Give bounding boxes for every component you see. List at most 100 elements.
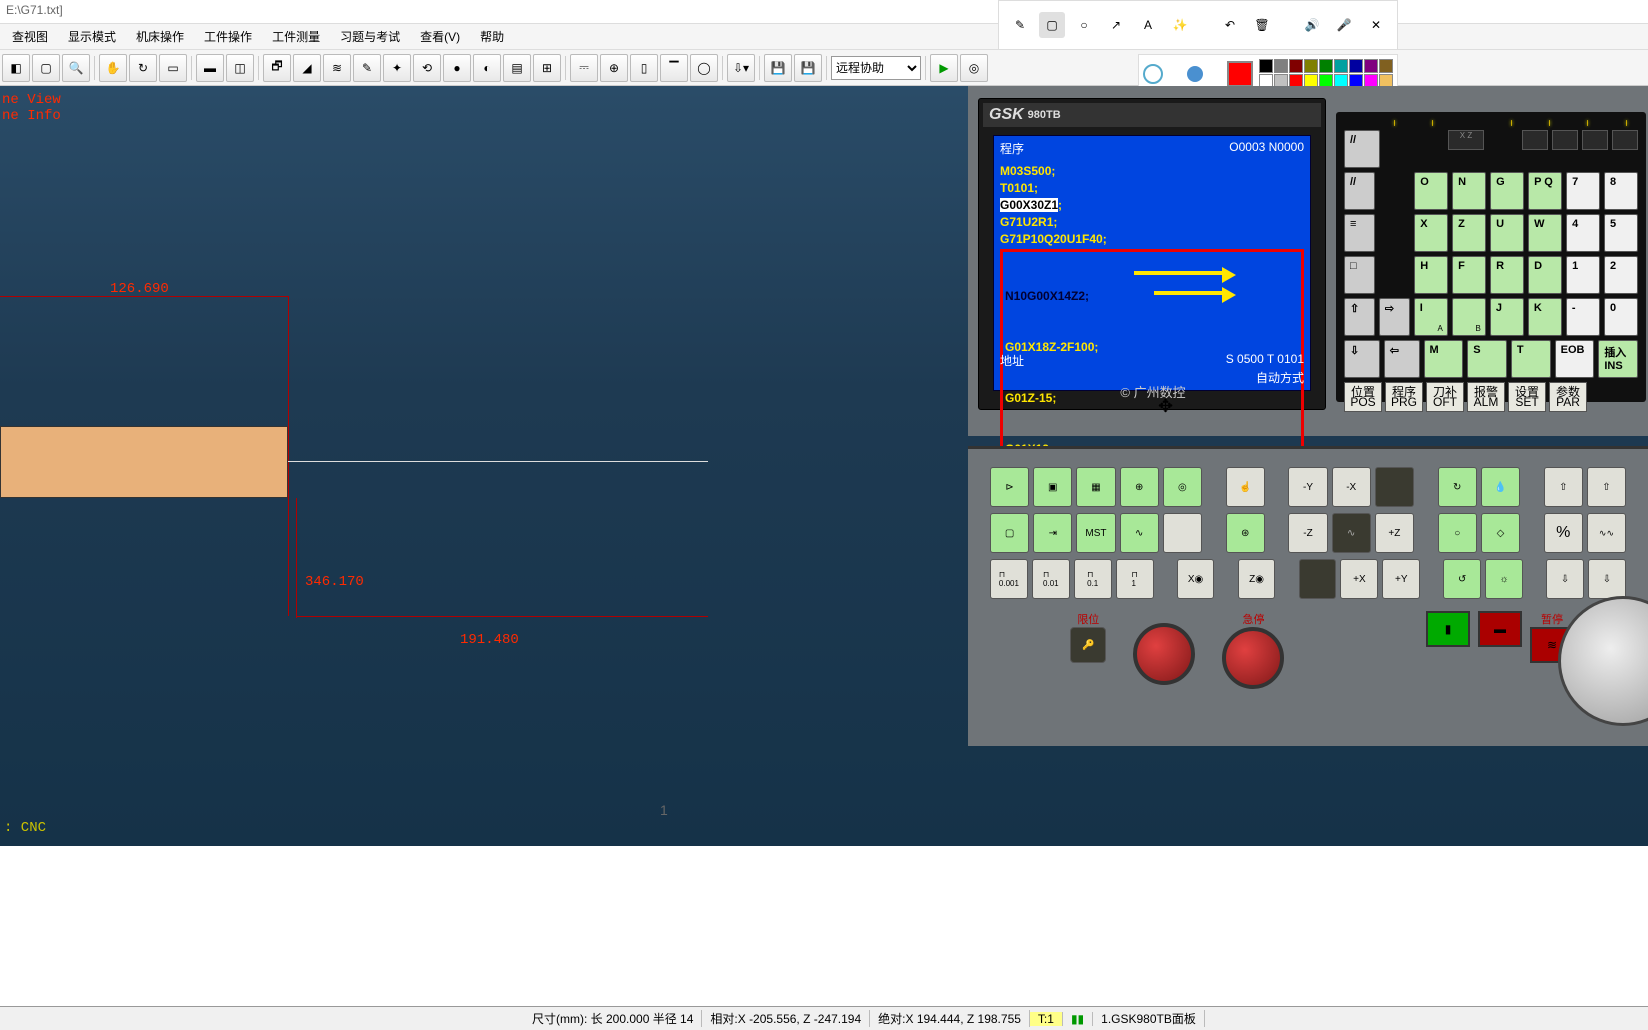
color-swatch[interactable] <box>1274 59 1288 73</box>
save-icon[interactable]: 💾 <box>764 54 792 82</box>
color-swatch[interactable] <box>1304 59 1318 73</box>
limit-key[interactable]: 🔑 <box>1070 627 1106 663</box>
dot-icon[interactable] <box>1187 66 1203 82</box>
menu-item[interactable]: 工件测量 <box>262 25 330 48</box>
menu-item[interactable]: 机床操作 <box>126 25 194 48</box>
menu-item[interactable]: 查看(V) <box>410 25 470 48</box>
mode-btn[interactable]: ◎ <box>1163 467 1202 507</box>
menu-item[interactable]: 查视图 <box>2 25 58 48</box>
tool-icon[interactable]: ▭ <box>159 54 187 82</box>
jog-btn[interactable] <box>1375 467 1414 507</box>
key-4[interactable]: 4 <box>1566 214 1600 252</box>
fn-key-set[interactable]: 设置SET <box>1508 382 1546 412</box>
key-n[interactable]: N <box>1452 172 1486 210</box>
menu-item[interactable]: 显示模式 <box>58 25 126 48</box>
stop-btn[interactable]: ▬ <box>1478 611 1522 647</box>
key-s[interactable]: S <box>1467 340 1507 378</box>
key-u[interactable]: U <box>1490 214 1524 252</box>
key-m[interactable]: M <box>1424 340 1464 378</box>
estop-button[interactable] <box>1222 627 1284 689</box>
mode-btn[interactable]: ▦ <box>1076 467 1115 507</box>
key-g[interactable]: G <box>1490 172 1524 210</box>
coolant-btn[interactable]: 💧 <box>1481 467 1520 507</box>
key-h[interactable]: H <box>1414 256 1448 294</box>
tool-icon[interactable]: 🗗 <box>263 54 291 82</box>
spindle-btn[interactable]: ↻ <box>1438 467 1477 507</box>
color-swatch[interactable] <box>1379 59 1393 73</box>
key-r[interactable]: R <box>1490 256 1524 294</box>
key-w[interactable]: W <box>1528 214 1562 252</box>
nav-key[interactable]: ≡ <box>1344 214 1375 252</box>
key-2[interactable]: 2 <box>1604 256 1638 294</box>
hand-icon[interactable]: ✋ <box>99 54 127 82</box>
nav-key[interactable]: ⇦ <box>1384 340 1420 378</box>
tool-icon[interactable]: ● <box>443 54 471 82</box>
key-slash[interactable]: // <box>1344 130 1380 168</box>
rotate-icon[interactable]: ↻ <box>129 54 157 82</box>
tool-icon[interactable]: ✎ <box>353 54 381 82</box>
key-o[interactable]: O <box>1414 172 1448 210</box>
jog-btn[interactable]: -X <box>1332 467 1371 507</box>
key-f[interactable]: F <box>1452 256 1486 294</box>
key-p q[interactable]: P Q <box>1528 172 1562 210</box>
close-icon[interactable]: ✕ <box>1363 12 1389 38</box>
mode-btn[interactable]: ⊛ <box>1226 513 1265 553</box>
mode-btn[interactable]: ☝ <box>1226 467 1265 507</box>
jog-btn[interactable]: +Z <box>1375 513 1414 553</box>
key-0[interactable]: 0 <box>1604 298 1638 336</box>
mode-btn[interactable]: ▣ <box>1033 467 1072 507</box>
ref-btn[interactable]: X◉ <box>1177 559 1215 599</box>
tool-icon[interactable]: ⟲ <box>413 54 441 82</box>
key-7[interactable]: 7 <box>1566 172 1600 210</box>
key--[interactable]: - <box>1566 298 1600 336</box>
color-swatch[interactable] <box>1334 59 1348 73</box>
highlight-icon[interactable]: ✨ <box>1167 12 1193 38</box>
mode-btn[interactable]: ⊳ <box>990 467 1029 507</box>
override-btn[interactable]: ⇧ <box>1544 467 1583 507</box>
color-swatch[interactable] <box>1364 59 1378 73</box>
override-btn[interactable]: % <box>1544 513 1583 553</box>
mic-icon[interactable]: 🎤 <box>1331 12 1357 38</box>
save-icon[interactable]: 💾 <box>794 54 822 82</box>
key-z[interactable]: Z <box>1452 214 1486 252</box>
fn-key-oft[interactable]: 刀补OFT <box>1426 382 1464 412</box>
mode-btn[interactable]: MST <box>1076 513 1115 553</box>
tool-icon[interactable]: ▯ <box>630 54 658 82</box>
override-btn[interactable]: ∿∿ <box>1587 513 1626 553</box>
tool-icon[interactable]: ▔ <box>660 54 688 82</box>
jog-btn[interactable] <box>1299 559 1337 599</box>
override-btn[interactable]: ⇩ <box>1546 559 1584 599</box>
key-eob[interactable]: EOB <box>1555 340 1595 378</box>
key-插入 ins[interactable]: 插入 INS <box>1598 340 1638 378</box>
rect-icon[interactable]: ▢ <box>1039 12 1065 38</box>
menu-item[interactable]: 习题与考试 <box>330 25 410 48</box>
fn-key-alm[interactable]: 报警ALM <box>1467 382 1505 412</box>
key-x[interactable]: X <box>1414 214 1448 252</box>
jog-btn[interactable]: ∿ <box>1332 513 1371 553</box>
mode-btn[interactable]: ⊕ <box>1120 467 1159 507</box>
key-j[interactable]: J <box>1490 298 1524 336</box>
mode-btn[interactable]: ∿ <box>1120 513 1159 553</box>
fn-key-prg[interactable]: 程序PRG <box>1385 382 1423 412</box>
tool-icon[interactable]: ▢ <box>32 54 60 82</box>
menu-item[interactable]: 工件操作 <box>194 25 262 48</box>
tool-icon[interactable]: 🔍 <box>62 54 90 82</box>
mode-btn[interactable] <box>1163 513 1202 553</box>
estop-button[interactable] <box>1133 623 1195 685</box>
jog-btn[interactable]: -Y <box>1288 467 1327 507</box>
active-color[interactable] <box>1227 61 1253 87</box>
tool-icon[interactable]: ◢ <box>293 54 321 82</box>
tool-icon[interactable]: ⊞ <box>533 54 561 82</box>
key-5[interactable]: 5 <box>1604 214 1638 252</box>
menu-item[interactable]: 帮助 <box>470 25 514 48</box>
tool-icon[interactable]: ◧ <box>2 54 30 82</box>
arrow-icon[interactable]: ↗ <box>1103 12 1129 38</box>
color-swatch[interactable] <box>1289 59 1303 73</box>
text-icon[interactable]: A <box>1135 12 1161 38</box>
step-btn[interactable]: ⊓0.1 <box>1074 559 1112 599</box>
override-btn[interactable]: ⇩ <box>1588 559 1626 599</box>
jog-btn[interactable]: -Z <box>1288 513 1327 553</box>
tool-icon[interactable]: ◫ <box>226 54 254 82</box>
mode-btn[interactable]: ▢ <box>990 513 1029 553</box>
nav-key[interactable]: // <box>1344 172 1375 210</box>
